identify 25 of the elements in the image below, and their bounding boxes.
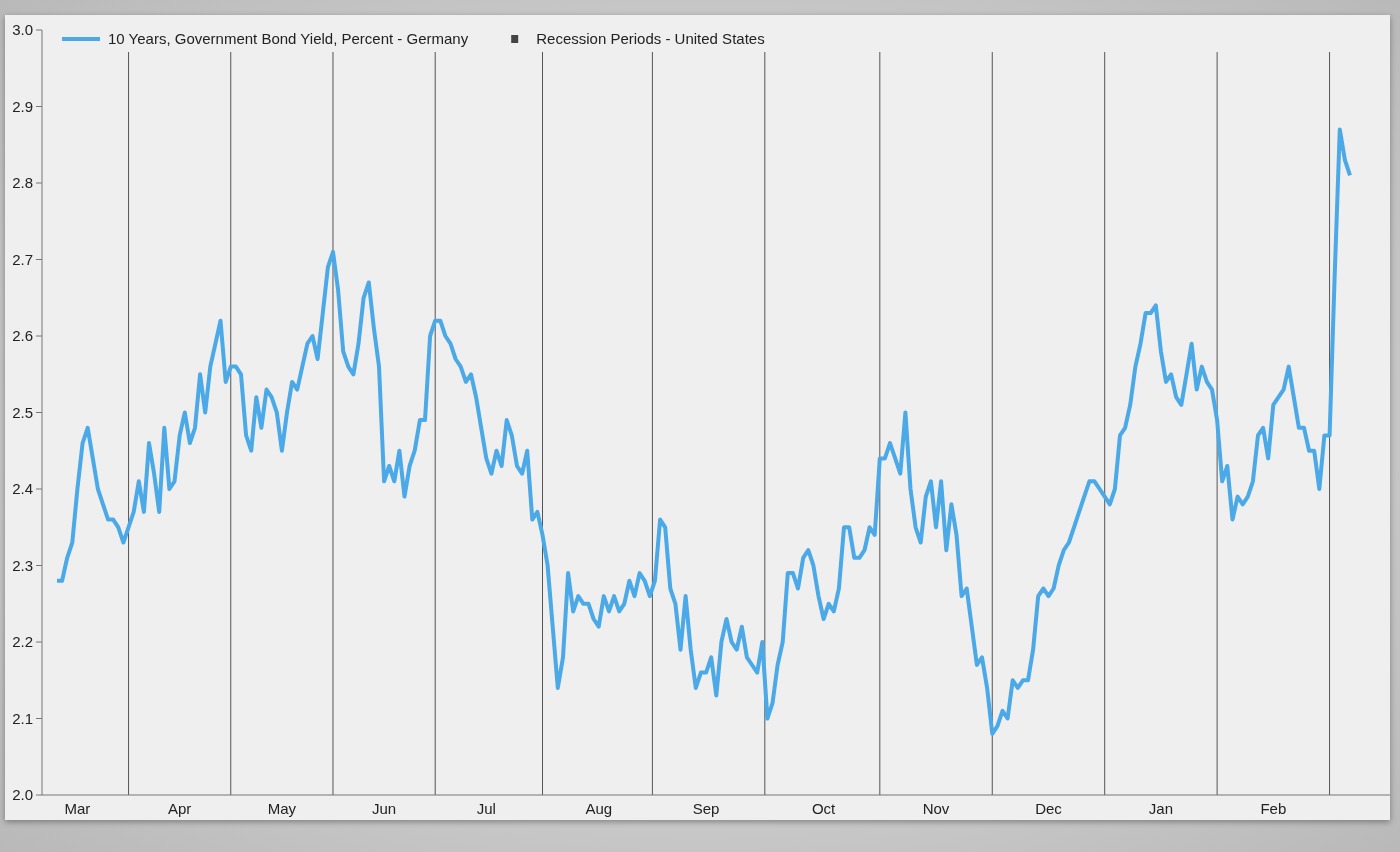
y-axis-label: 2.3 bbox=[12, 556, 33, 574]
y-axis-label: 2.6 bbox=[12, 327, 33, 344]
x-axis-label: May bbox=[267, 800, 297, 817]
y-axis-label: 2.2 bbox=[12, 633, 33, 650]
x-axis-label: Aug bbox=[585, 800, 613, 817]
y-axis-label: 2.9 bbox=[12, 97, 33, 115]
legend-label: 10 Years, Government Bond Yield, Percent - Germany bbox=[108, 30, 469, 47]
y-axis-label: 2.4 bbox=[12, 480, 33, 497]
x-axis-label: Oct bbox=[811, 800, 836, 817]
y-axis-label: 2.8 bbox=[12, 174, 33, 191]
x-axis-label: Sep bbox=[692, 800, 720, 817]
x-axis-label: Jul bbox=[476, 800, 496, 817]
y-axis-label: 2.5 bbox=[12, 403, 33, 421]
y-axis-label: 2.1 bbox=[12, 709, 33, 727]
x-axis-label: Nov bbox=[922, 800, 950, 817]
legend-label: Recession Periods - United States bbox=[536, 30, 765, 47]
x-axis-label: Feb bbox=[1260, 800, 1287, 817]
y-axis-label: 2.7 bbox=[12, 250, 33, 268]
x-axis-label: Mar bbox=[64, 800, 91, 817]
x-axis-label: Jan bbox=[1148, 800, 1173, 817]
x-axis-label: Dec bbox=[1035, 800, 1062, 817]
x-axis-label: Jun bbox=[372, 800, 397, 817]
y-axis-label: 3.0 bbox=[12, 21, 33, 38]
y-axis-label: 2.0 bbox=[12, 786, 33, 803]
x-axis-label: Apr bbox=[168, 800, 192, 817]
